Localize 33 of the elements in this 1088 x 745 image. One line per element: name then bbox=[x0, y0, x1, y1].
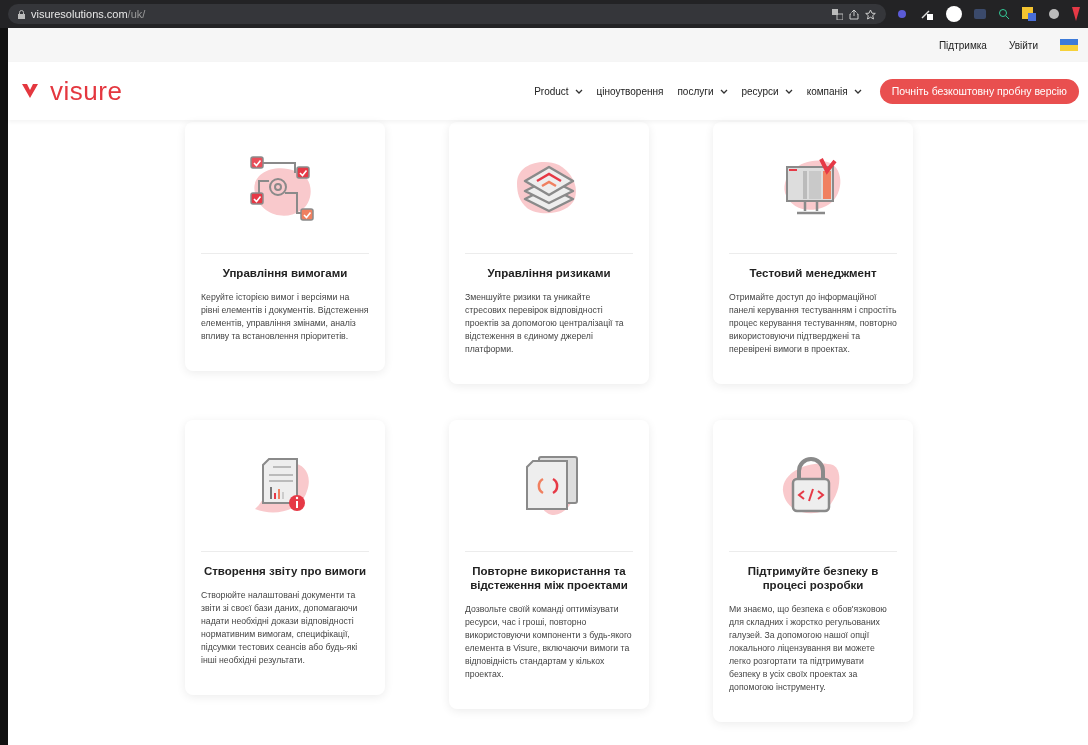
logo-icon[interactable] bbox=[20, 82, 40, 100]
share-icon[interactable] bbox=[849, 8, 859, 20]
card-title: Тестовий менеджмент bbox=[748, 266, 878, 280]
card-description: Керуйте історією вимог і версіями на рівні елементів і документів. Відстеження елементів, управління змінами, аналіз впливу та встановлення пріоритетів. bbox=[201, 291, 369, 343]
nav-link[interactable]: послуги bbox=[677, 85, 714, 97]
card-description: Ми знаємо, що безпека є обов'язковою для складних і жорстко регульованих галузей. За допомогою нашої опції локального ліцензування ви можете легко розгортати та підтримувати безпеку в усіх своїх проектах за допомогою інструменту. bbox=[729, 603, 888, 694]
card-title: Створення звіту про вимоги bbox=[202, 564, 368, 578]
card-description: Отримайте доступ до інформаційної панелі керування тестуванням і спростіть процес керування тестуванням, повторно використовуючи підтверджені та перевірені вимоги в проектах. bbox=[729, 291, 897, 356]
star-icon[interactable] bbox=[865, 8, 876, 20]
nav-link[interactable]: ресурси bbox=[741, 85, 779, 97]
trial-button[interactable]: Почніть безкоштовну пробну версію bbox=[879, 78, 1079, 104]
utility-link[interactable]: Підтримка bbox=[938, 39, 987, 51]
nav-link[interactable]: компанія bbox=[806, 85, 848, 97]
card-title: Управління ризиками bbox=[486, 266, 612, 280]
card-title: Управління вимогами bbox=[221, 266, 349, 280]
card-description: Дозвольте своїй команді оптимізувати ресурси, час і гроші, повторно використовуючи компоненти з будь-якого елемента в Visure, включаючи вимоги та відповідність стандартам у кількох проектах. bbox=[465, 603, 633, 681]
extension-icon[interactable] bbox=[1048, 8, 1060, 20]
card-title: Підтримуйте безпеку в процесі розробки bbox=[746, 564, 880, 592]
extension-icon[interactable] bbox=[920, 8, 934, 20]
flag-icon[interactable] bbox=[1060, 39, 1078, 51]
logo-text[interactable]: visure bbox=[50, 75, 123, 107]
card-description: Зменшуйте ризики та уникайте стресових перевірок відповідності проектів за допомогою централізації та відстеження в єдиному джерелі платформи. bbox=[465, 291, 625, 356]
utility-link[interactable]: Увійти bbox=[1008, 39, 1038, 51]
nav-link[interactable]: Product bbox=[534, 85, 569, 97]
extension-icon[interactable] bbox=[1022, 7, 1036, 21]
address-bar[interactable]: visuresolutions.com/uk/ bbox=[8, 4, 886, 24]
profile-icon[interactable] bbox=[946, 6, 962, 22]
extension-icon[interactable] bbox=[998, 8, 1010, 20]
nav-link[interactable]: ціноутворення bbox=[596, 85, 664, 97]
card-title: Повторне використання та відстеження між проектами bbox=[469, 564, 629, 592]
card-description: Створюйте налаштовані документи та звіти зі своєї бази даних, допомагаючи надати необхідні докази відповідності нормативним вимогам, специфікації, підсумки тестових сеансів або будь-які інші необхідні результати. bbox=[201, 589, 359, 667]
translate-icon[interactable] bbox=[832, 8, 843, 20]
lock-icon bbox=[18, 9, 25, 19]
